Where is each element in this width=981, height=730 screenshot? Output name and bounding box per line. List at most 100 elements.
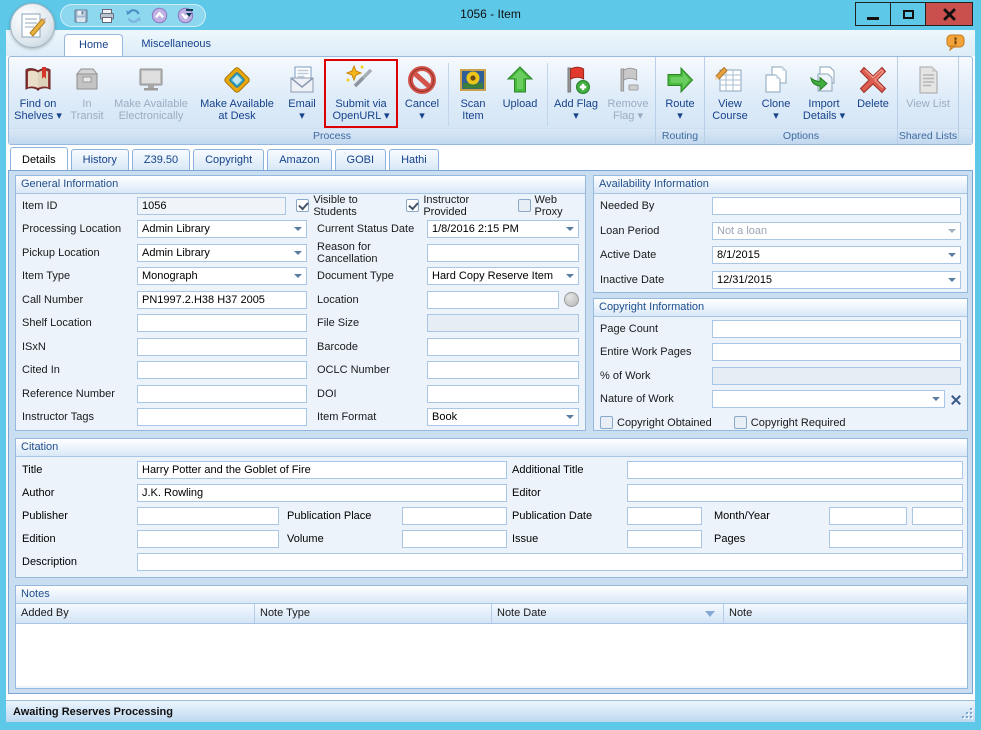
web-proxy-checkbox[interactable]: Web Proxy xyxy=(518,194,579,218)
column-header-note-date[interactable]: Note Date xyxy=(492,604,724,623)
editor-field[interactable] xyxy=(627,484,963,502)
title-field[interactable]: Harry Potter and the Goblet of Fire xyxy=(137,461,507,479)
doi-field[interactable] xyxy=(427,385,579,403)
resize-grip[interactable] xyxy=(960,706,972,718)
item-id-field[interactable]: 1056 xyxy=(137,197,286,215)
publication-place-field[interactable] xyxy=(402,507,507,525)
print-button[interactable] xyxy=(97,7,117,25)
refresh-icon xyxy=(125,8,142,24)
help-button[interactable] xyxy=(946,34,965,51)
page-count-field[interactable] xyxy=(712,320,961,338)
edition-field[interactable] xyxy=(137,530,279,548)
in-transit-button[interactable]: In Transit xyxy=(66,59,108,128)
make-available-at-desk-button[interactable]: Make Available at Desk xyxy=(194,59,280,128)
location-field[interactable] xyxy=(427,291,559,309)
copyright-required-checkbox[interactable]: Copyright Required xyxy=(734,416,846,429)
visible-to-students-checkbox[interactable]: Visible to Students xyxy=(296,194,390,218)
barcode-field[interactable] xyxy=(427,338,579,356)
help-icon xyxy=(946,34,965,51)
instructor-tags-field[interactable] xyxy=(137,408,307,426)
maximize-button[interactable] xyxy=(890,2,926,26)
call-number-field[interactable]: PN1997.2.H38 H37 2005 xyxy=(137,291,307,309)
tab-copyright[interactable]: Copyright xyxy=(193,149,264,170)
inactive-date-label: Inactive Date xyxy=(600,274,712,286)
location-globe-button[interactable] xyxy=(564,292,579,307)
view-list-button[interactable]: View List xyxy=(899,59,957,128)
route-button[interactable]: Route ▾ xyxy=(657,59,703,128)
active-date-label: Active Date xyxy=(600,249,712,261)
submit-via-openurl-button[interactable]: Submit via OpenURL ▾ xyxy=(324,59,398,128)
tab-amazon[interactable]: Amazon xyxy=(267,149,331,170)
publication-place-label: Publication Place xyxy=(287,510,371,522)
year-field[interactable] xyxy=(912,507,963,525)
close-button[interactable] xyxy=(925,2,973,26)
tab-gobi[interactable]: GOBI xyxy=(335,149,387,170)
current-status-date-dropdown[interactable]: 1/8/2016 2:15 PM xyxy=(427,220,579,238)
app-menu-button[interactable] xyxy=(10,3,55,48)
publisher-field[interactable] xyxy=(137,507,279,525)
ribbon-tab-strip: Home Miscellaneous xyxy=(6,30,975,56)
save-button[interactable] xyxy=(71,7,91,25)
notes-table-header: Added By Note Type Note Date Note xyxy=(16,604,967,624)
author-field[interactable]: J.K. Rowling xyxy=(137,484,507,502)
issue-field[interactable] xyxy=(627,530,702,548)
import-details-button[interactable]: Import Details ▾ xyxy=(798,59,850,128)
shelf-location-field[interactable] xyxy=(137,314,307,332)
ribbon-tab-home[interactable]: Home xyxy=(64,34,123,56)
ribbon-tab-miscellaneous[interactable]: Miscellaneous xyxy=(127,34,225,56)
nature-of-work-dropdown[interactable] xyxy=(712,390,945,408)
clear-nature-of-work-button[interactable] xyxy=(950,394,961,405)
item-format-dropdown[interactable]: Book xyxy=(427,408,579,426)
remove-flag-button[interactable]: Remove Flag ▾ xyxy=(602,59,654,128)
cancel-button[interactable]: Cancel ▾ xyxy=(398,59,446,128)
find-on-shelves-button[interactable]: Find on Shelves ▾ xyxy=(10,59,66,128)
scan-item-button[interactable]: Scan Item xyxy=(451,59,495,128)
instructor-provided-checkbox[interactable]: Instructor Provided xyxy=(406,194,501,218)
volume-field[interactable] xyxy=(402,530,507,548)
view-course-button[interactable]: View Course xyxy=(706,59,754,128)
delete-button[interactable]: Delete xyxy=(850,59,896,128)
dropdown-arrow-icon xyxy=(294,227,302,231)
tab-hathi[interactable]: Hathi xyxy=(389,149,439,170)
add-flag-button[interactable]: Add Flag ▾ xyxy=(550,59,602,128)
inactive-date-dropdown[interactable]: 12/31/2015 xyxy=(712,271,961,289)
column-header-added-by[interactable]: Added By xyxy=(16,604,255,623)
tab-history[interactable]: History xyxy=(71,149,129,170)
email-button[interactable]: Email ▾ xyxy=(280,59,324,128)
quick-access-overflow-button[interactable] xyxy=(182,9,196,21)
needed-by-field[interactable] xyxy=(712,197,961,215)
oclc-number-field[interactable] xyxy=(427,361,579,379)
additional-title-field[interactable] xyxy=(627,461,963,479)
column-header-note-type[interactable]: Note Type xyxy=(255,604,492,623)
previous-record-button[interactable] xyxy=(149,7,169,25)
make-available-electronically-button[interactable]: Make Available Electronically xyxy=(108,59,194,128)
active-date-dropdown[interactable]: 8/1/2015 xyxy=(712,246,961,264)
cancel-icon xyxy=(406,62,438,98)
tab-details[interactable]: Details xyxy=(10,147,68,170)
upload-button[interactable]: Upload xyxy=(495,59,545,128)
item-type-dropdown[interactable]: Monograph xyxy=(137,267,307,285)
notes-table-body[interactable] xyxy=(16,624,967,686)
cited-in-field[interactable] xyxy=(137,361,307,379)
month-field[interactable] xyxy=(829,507,907,525)
clone-button[interactable]: Clone ▾ xyxy=(754,59,798,128)
find-on-shelves-icon xyxy=(22,62,54,98)
isxn-field[interactable] xyxy=(137,338,307,356)
document-type-dropdown[interactable]: Hard Copy Reserve Item xyxy=(427,267,579,285)
copyright-obtained-checkbox[interactable]: Copyright Obtained xyxy=(600,416,712,429)
refresh-button[interactable] xyxy=(123,7,143,25)
form-tab-strip: Details History Z39.50 Copyright Amazon … xyxy=(10,149,439,170)
visible-to-students-checkbox-box xyxy=(296,199,309,212)
pages-field[interactable] xyxy=(829,530,963,548)
reference-number-field[interactable] xyxy=(137,385,307,403)
publication-date-field[interactable] xyxy=(627,507,702,525)
processing-location-dropdown[interactable]: Admin Library xyxy=(137,220,307,238)
column-header-note[interactable]: Note xyxy=(724,604,967,623)
minimize-icon xyxy=(867,17,879,20)
pickup-location-dropdown[interactable]: Admin Library xyxy=(137,244,307,262)
minimize-button[interactable] xyxy=(855,2,891,26)
entire-work-pages-field[interactable] xyxy=(712,343,961,361)
tab-z3950[interactable]: Z39.50 xyxy=(132,149,190,170)
description-field[interactable] xyxy=(137,553,963,571)
reason-for-cancellation-field[interactable] xyxy=(427,244,579,262)
